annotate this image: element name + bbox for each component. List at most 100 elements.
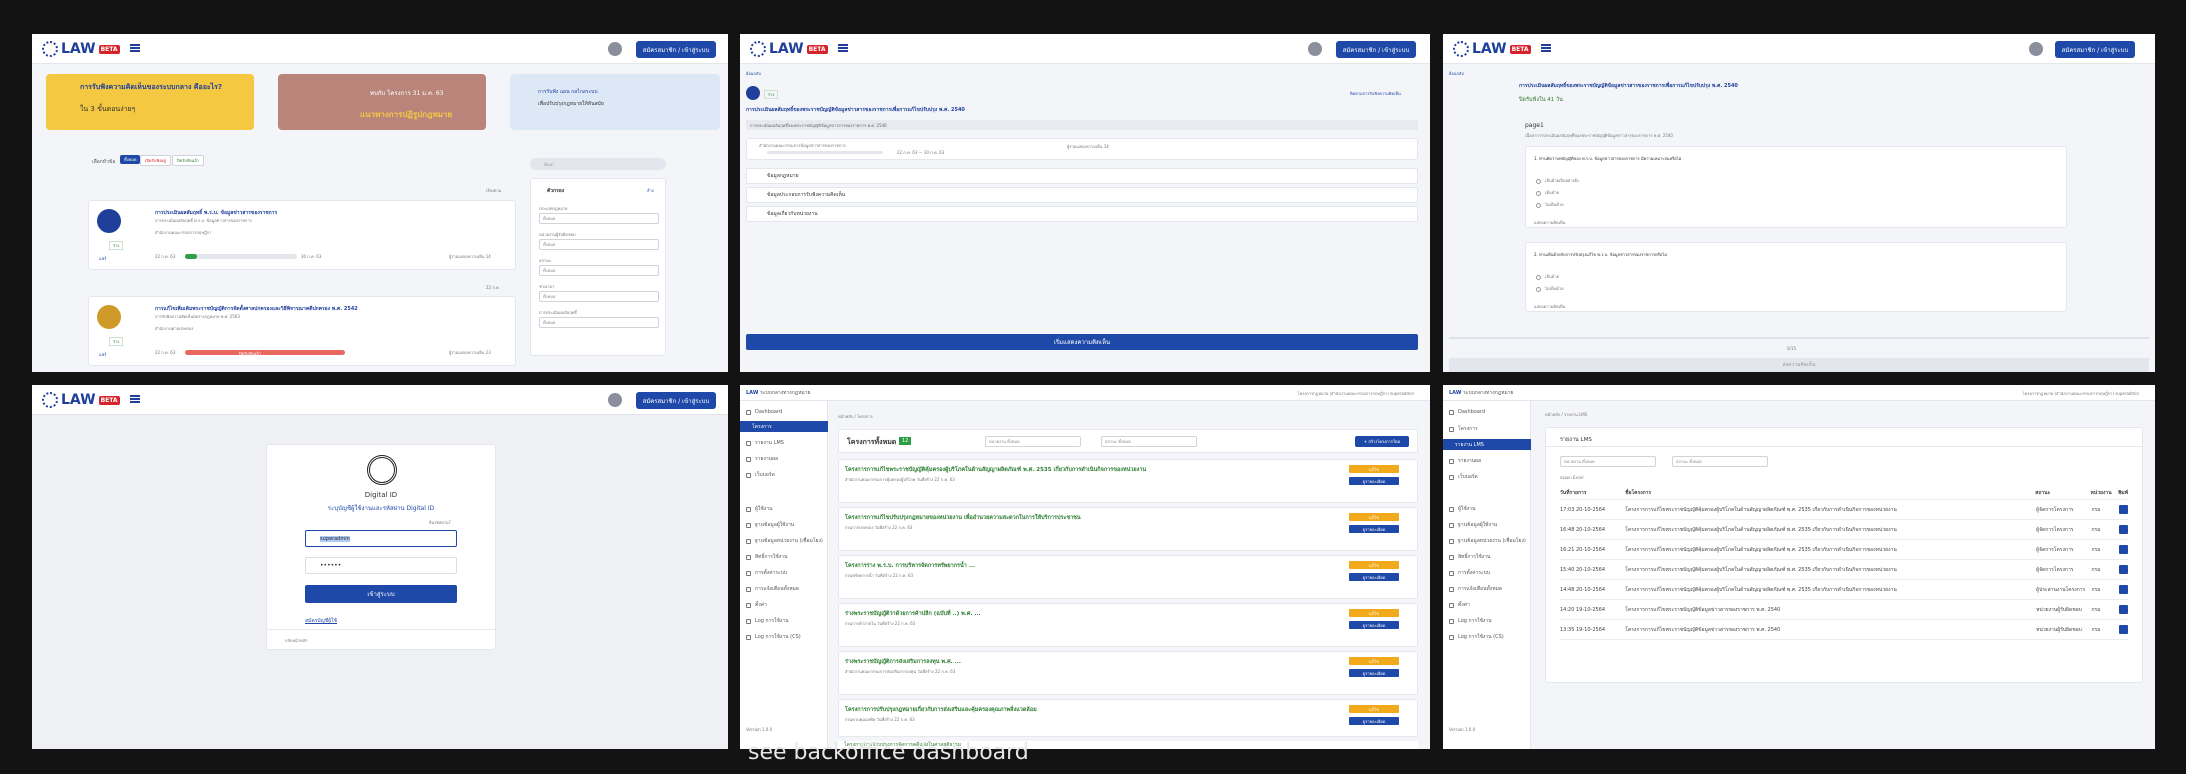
option[interactable]: เห็นด้วย — [1536, 273, 1559, 280]
sidebar-item[interactable]: ผู้ใช้งาน — [1449, 505, 1475, 513]
print-icon[interactable] — [2119, 505, 2128, 514]
status-filter[interactable]: สถานะ ทั้งหมด — [1101, 436, 1197, 447]
sidebar-item[interactable]: ผู้ใช้งาน — [746, 505, 772, 513]
sidebar-item[interactable]: Log การใช้งาน — [746, 617, 789, 625]
sidebar-item[interactable]: Log การใช้งาน — [1449, 617, 1492, 625]
share-link[interactable]: แชร์ — [99, 255, 106, 262]
comment-link[interactable]: แสดงความคิดเห็น — [1534, 303, 1565, 310]
edit-button[interactable]: แก้ไข — [1349, 561, 1399, 569]
filter-select[interactable]: ทั้งหมด — [539, 239, 659, 250]
sidebar-item[interactable]: รายงานผล — [746, 455, 778, 463]
sidebar-item[interactable]: สิทธิ์การใช้งาน — [746, 553, 787, 561]
notification-icon[interactable] — [1308, 42, 1322, 56]
sidebar-item[interactable]: ฐานข้อมูลหน่วยงาน (เชื่อมโยง) — [746, 537, 823, 545]
banner-1[interactable]: การรับฟังความคิดเห็นของระบบกลาง คืออะไร?… — [46, 74, 254, 130]
agency-filter[interactable]: หน่วยงาน ทั้งหมด — [985, 436, 1081, 447]
menu-icon[interactable] — [130, 44, 140, 52]
notification-icon[interactable] — [2029, 42, 2043, 56]
project-item[interactable]: โครงการการแก้ไขปรับปรุงกฎหมายของหน่วยงาน… — [838, 507, 1418, 551]
logo[interactable]: LAW BETA — [1453, 40, 1531, 58]
edit-button[interactable]: แก้ไข — [1349, 609, 1399, 617]
project-item[interactable]: ร่างพระราชบัญญัติการส่งเสริมการลงทุน พ.ศ… — [838, 651, 1418, 695]
banner-3[interactable]: การรับฟัง แผน กลไกลระบบ เพื่อปรับปรุงกฎห… — [510, 74, 720, 130]
banner-2[interactable]: พบกับ โครงการ 31 ม.ค. 63 แนวทางการปฏิรูป… — [278, 74, 486, 130]
notification-icon[interactable] — [608, 393, 622, 407]
submit-login-button[interactable]: เข้าสู่ระบบ — [305, 585, 457, 603]
submit-button[interactable]: ส่งความคิดเห็น — [1449, 358, 2149, 372]
tab-open[interactable]: เปิดรับฟังอยู่ — [140, 155, 171, 166]
edit-button[interactable]: แก้ไข — [1349, 465, 1399, 473]
sidebar-item[interactable]: Dashboard — [746, 409, 782, 415]
back-link[interactable]: ย้อนกลับ — [746, 70, 761, 77]
login-button[interactable]: สมัครสมาชิก / เข้าสู่ระบบ — [2055, 41, 2135, 58]
clear-filter-button[interactable]: ล้าง — [647, 187, 654, 194]
menu-icon[interactable] — [838, 44, 848, 52]
sidebar-item[interactable]: การตั้งค่าระบบ — [746, 569, 787, 577]
forgot-link[interactable]: ลืมรหัสผ่าน? — [429, 519, 451, 526]
sort-label[interactable]: เรียงตาม — [486, 187, 501, 194]
logo[interactable]: LAW BETA — [42, 40, 120, 58]
start-comment-button[interactable]: เริ่มแสดงความคิดเห็น — [746, 334, 1418, 350]
filter-select[interactable]: ทั้งหมด — [539, 265, 659, 276]
add-project-button[interactable]: + สร้างโครงการใหม่ — [1355, 436, 1409, 447]
login-button[interactable]: สมัครสมาชิก / เข้าสู่ระบบ — [636, 41, 716, 58]
back-link[interactable]: ย้อนกลับ — [1449, 70, 1464, 77]
username-field[interactable]: superadmin — [305, 530, 457, 547]
sidebar-item[interactable]: การแจ้งเตือนทั้งหมด — [746, 585, 799, 593]
project-item[interactable]: โครงการร่าง พ.ร.บ. การบริหารจัดการทรัพยา… — [838, 555, 1418, 599]
user-info[interactable]: โครงการกฎหมาย (สำนักงานคณะกรรมการกฤษฎีกา… — [2023, 390, 2140, 397]
sidebar-item[interactable]: โครงการ — [1449, 425, 1478, 433]
login-button[interactable]: สมัครสมาชิก / เข้าสู่ระบบ — [1336, 41, 1416, 58]
section-law-info[interactable]: ข้อมูลกฎหมาย — [746, 168, 1418, 184]
notification-icon[interactable] — [608, 42, 622, 56]
agency-filter[interactable]: หน่วยงาน ทั้งหมด — [1560, 456, 1656, 467]
sidebar-item-active[interactable]: รายงาน LMS — [1443, 439, 1531, 450]
comment-link[interactable]: แสดงความคิดเห็น — [1534, 219, 1565, 226]
sidebar-item[interactable]: การแจ้งเตือนทั้งหมด — [1449, 585, 1502, 593]
project-item[interactable]: ร่างพระราชบัญญัติว่าด้วยการค้าปลีก (ฉบับ… — [838, 603, 1418, 647]
project-item[interactable]: โครงการการแก้ไขพระราชบัญญัติคุ้มครองผู้บ… — [838, 459, 1418, 503]
logo[interactable]: LAW BETA — [42, 391, 120, 409]
breadcrumb[interactable]: หน้าหลัก / รายงาน LMS — [1545, 411, 1587, 418]
option[interactable]: ไม่เห็นด้วย — [1536, 201, 1564, 208]
menu-icon[interactable] — [130, 395, 140, 403]
register-link[interactable]: สมัครบัญชีผู้ใช้ — [305, 617, 337, 625]
listing-card-1[interactable]: ร่าง การประเมินผลสัมฤทธิ์ พ.ร.บ. ข้อมูลข… — [88, 200, 516, 270]
share-link[interactable]: แชร์ — [99, 351, 106, 358]
sidebar-item[interactable]: ฐานข้อมูลหน่วยงาน (เชื่อมโยง) — [1449, 537, 1526, 545]
sidebar-item[interactable]: รายงานผล — [1449, 457, 1481, 465]
sidebar-item[interactable]: Log การใช้งาน (CS) — [1449, 633, 1504, 641]
sidebar-item[interactable]: สิทธิ์การใช้งาน — [1449, 553, 1490, 561]
view-button[interactable]: ดูรายละเอียด — [1349, 477, 1399, 485]
export-button[interactable]: ส่งออก Excel — [1560, 474, 1584, 481]
sidebar-item-active[interactable]: โครงการ — [740, 421, 828, 432]
print-icon[interactable] — [2119, 605, 2128, 614]
project-item[interactable]: โครงการการปรับปรุงกฎหมายเกี่ยวกับการส่งเ… — [838, 699, 1418, 737]
sidebar-item[interactable]: ตั้งค่า — [746, 601, 767, 609]
sidebar-item[interactable]: ตั้งค่า — [1449, 601, 1470, 609]
tab-all[interactable]: ทั้งหมด — [120, 155, 141, 164]
view-button[interactable]: ดูรายละเอียด — [1349, 525, 1399, 533]
section-hearing-info[interactable]: ข้อมูลประกอบการรับฟังความคิดเห็น — [746, 187, 1418, 203]
option[interactable]: เห็นด้วยเป็นอย่างยิ่ง — [1536, 177, 1579, 184]
print-icon[interactable] — [2119, 625, 2128, 634]
back-link[interactable]: กลับหน้าหลัก — [285, 637, 308, 644]
user-info[interactable]: โครงการกฎหมาย (สำนักงานคณะกรรมการกฤษฎีกา… — [1298, 390, 1415, 397]
status-filter[interactable]: สถานะ ทั้งหมด — [1672, 456, 1768, 467]
sidebar-item[interactable]: รายงาน LMS — [746, 439, 784, 447]
print-icon[interactable] — [2119, 585, 2128, 594]
view-button[interactable]: ดูรายละเอียด — [1349, 717, 1399, 725]
login-button[interactable]: สมัครสมาชิก / เข้าสู่ระบบ — [636, 392, 716, 409]
section-agency-info[interactable]: ข้อมูลเกี่ยวกับหน่วยงาน — [746, 206, 1418, 222]
sidebar-item[interactable]: ฐานข้อมูลผู้ใช้งาน — [1449, 521, 1497, 529]
view-button[interactable]: ดูรายละเอียด — [1349, 573, 1399, 581]
sidebar-item[interactable]: Dashboard — [1449, 409, 1485, 415]
option[interactable]: เห็นด้วย — [1536, 189, 1559, 196]
view-button[interactable]: ดูรายละเอียด — [1349, 621, 1399, 629]
edit-button[interactable]: แก้ไข — [1349, 657, 1399, 665]
card-title[interactable]: การแก้ไขเพิ่มเติมพระราชบัญญัติการจัดตั้ง… — [155, 305, 358, 313]
subscribe-link[interactable]: ติดตามการรับฟังความคิดเห็น — [1350, 90, 1401, 97]
listing-card-2[interactable]: ร่าง การแก้ไขเพิ่มเติมพระราชบัญญัติการจั… — [88, 296, 516, 366]
edit-button[interactable]: แก้ไข — [1349, 705, 1399, 713]
logo[interactable]: LAW BETA — [750, 40, 828, 58]
